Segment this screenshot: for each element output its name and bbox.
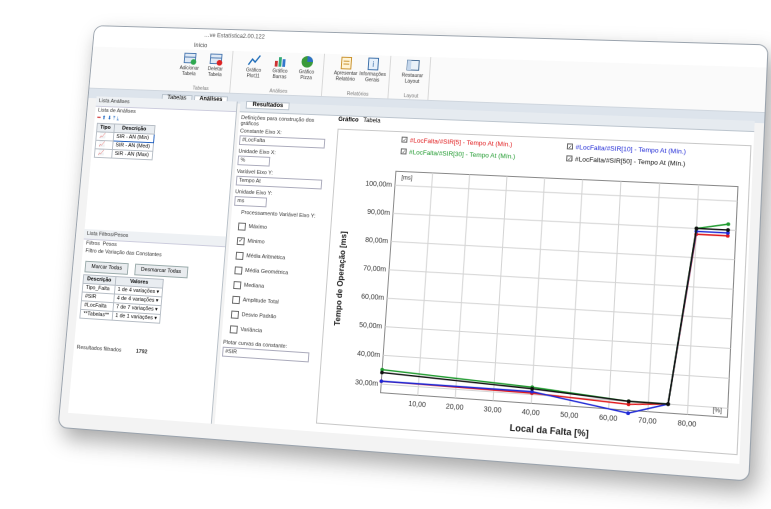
unmark-all-button[interactable]: Desmarcar Todas	[133, 263, 189, 279]
option-amplitude-total[interactable]: Amplitude Total	[231, 295, 319, 309]
window-content: Lista Análises Lista de Análises ━ ⬆ ⬇ ⤒…	[58, 25, 767, 479]
y-tick-label: 80,00m	[365, 237, 389, 245]
y-tick-label: 60,00m	[361, 293, 385, 302]
x-tick-label: 70,00	[638, 417, 657, 426]
legend-check-mark: ✓	[403, 137, 408, 143]
chart-type-icon: 📈	[94, 148, 112, 159]
arrow-up-icon[interactable]: ⬆	[102, 115, 107, 121]
left-panel: Lista Análises Lista de Análises ━ ⬆ ⬇ ⤒…	[68, 96, 238, 424]
y-tick-label: 100,00m	[365, 181, 392, 189]
legend-entry: #LocFalta/#SIR[10] - Tempo At (Mín.)	[575, 144, 686, 156]
x-tick-label: 60,00	[599, 414, 618, 423]
analysis-desc: SIR - AN (Max)	[111, 149, 153, 160]
x-tick-label: 20,00	[446, 403, 464, 412]
checkbox-mediana[interactable]	[233, 281, 242, 290]
legend-check-mark: ✓	[567, 156, 572, 162]
table-row[interactable]: 📈 SIR - AN (Max)	[94, 148, 153, 160]
filtered-label: Resultados filtrados	[76, 344, 122, 354]
x-tick-label: 30,00	[483, 406, 502, 415]
y-tick-label: 30,00m	[355, 379, 379, 388]
option-maximo[interactable]: Máximo	[237, 222, 325, 235]
remove-icon[interactable]: ━	[97, 115, 101, 121]
checkbox-desvio-padrao[interactable]	[230, 310, 240, 319]
unit-x-input[interactable]: %	[237, 155, 271, 167]
screenshot-stage: …ve Estatística2.00.122 Início Adicionar…	[0, 0, 771, 509]
y-tick-label: 70,00m	[363, 265, 387, 274]
checkbox-amplitude-total[interactable]	[231, 295, 241, 305]
y-tick-label: 40,00m	[357, 350, 381, 359]
y-unit-tag: [ms]	[401, 175, 413, 182]
legend-check-mark: ✓	[568, 144, 573, 150]
arrow-down-icon[interactable]: ⬇	[107, 116, 112, 122]
legend-check-mark: ✓	[402, 149, 407, 155]
option-mediana[interactable]: Mediana	[233, 281, 320, 294]
chevron-down-icon: ▾	[154, 306, 158, 313]
chevron-down-icon: ▾	[154, 315, 158, 322]
mark-all-button[interactable]: Marcar Todas	[84, 260, 129, 275]
chart-panel: 10,00 20,00 30,00 40,00 50,00 60,00 70,00 80,00…	[315, 128, 752, 456]
chevron-down-icon: ▾	[155, 298, 159, 305]
option-media-geometrica[interactable]: Média Geométrica	[234, 266, 321, 279]
line-chart: 10,00 20,00 30,00 40,00 50,00 60,00 70,00 80,00…	[333, 130, 750, 439]
series-point	[626, 411, 631, 416]
results-panel: Resultados Definições para construção do…	[214, 100, 755, 464]
processing-options: Máximo ✓ Mínimo Média Aritmética Média Ge…	[222, 222, 325, 339]
filter-table: Descrição Valores Tipo_Falta 1 de 4 variaç…	[79, 274, 164, 324]
arrow-bottom-icon[interactable]: ⤓	[116, 116, 119, 122]
y-tick-label: 90,00m	[367, 209, 391, 217]
option-variancia[interactable]: Variância	[229, 325, 317, 339]
option-desvio-padrao[interactable]: Desvio Padrão	[230, 310, 318, 324]
unit-y-input[interactable]: ms	[234, 196, 268, 208]
tab-pesos[interactable]: Pesos	[102, 241, 117, 248]
filtered-results: Resultados filtrados 1792	[74, 344, 217, 362]
filter-value-dropdown[interactable]: 1 de 1 variações ▾	[111, 311, 161, 324]
filtered-count: 1792	[135, 348, 148, 356]
checkbox-variancia[interactable]	[229, 325, 238, 334]
x-axis-label: Local da Falta [%]	[509, 422, 589, 439]
y-axis-label: Tempo de Operação [ms]	[333, 231, 349, 326]
x-tick-label: 10,00	[408, 401, 426, 410]
x-tick-label: 50,00	[560, 411, 579, 420]
tab-tabela[interactable]: Tabela	[363, 118, 381, 125]
legend-entry: #LocFalta/#SIR[5] - Tempo At (Mín.)	[410, 137, 513, 148]
checkbox-minimo[interactable]: ✓	[236, 237, 245, 246]
analysis-table: Tipo Descrição 📈 SIR - AN (Min) 📈 SIR - AN …	[94, 123, 156, 161]
tab-resultados[interactable]: Resultados	[245, 100, 291, 111]
y-tick-label: 50,00m	[359, 322, 383, 331]
x-tick-label: 40,00	[522, 409, 541, 418]
filter-desc: **Tabelas**	[79, 309, 113, 321]
x-tick-label: 80,00	[677, 420, 696, 429]
checkbox-media-geometrica[interactable]	[234, 266, 243, 275]
checkbox-maximo[interactable]	[237, 222, 247, 231]
section-title: Definições para construção dos gráficos	[240, 115, 315, 128]
legend-entry: #LocFalta/#SIR[50] - Tempo At (Mín.)	[575, 156, 686, 168]
tab-filtros[interactable]: Filtros	[86, 241, 100, 248]
checkbox-media-aritmetica[interactable]	[235, 251, 244, 260]
arrow-top-icon[interactable]: ⤒	[113, 116, 116, 122]
legend-entry: #LocFalta/#SIR[30] - Tempo At (Mín.)	[409, 149, 516, 161]
x-unit-tag: [%]	[712, 408, 722, 415]
view-tabs: Gráfico Tabela	[338, 117, 381, 124]
chevron-down-icon: ▾	[156, 289, 160, 296]
plot-area	[381, 171, 738, 417]
option-media-aritmetica[interactable]: Média Aritmética	[235, 251, 322, 265]
option-minimo[interactable]: ✓ Mínimo	[236, 237, 324, 249]
proc-label: Processamento Variável Eixo Y:	[240, 209, 316, 220]
tab-grafico[interactable]: Gráfico	[338, 117, 359, 124]
